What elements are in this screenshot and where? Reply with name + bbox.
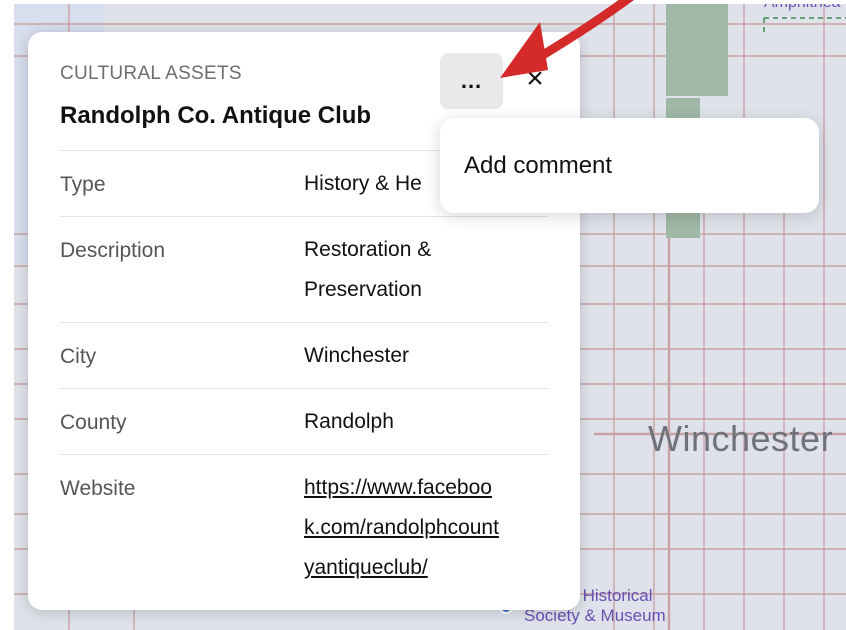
- annotation-arrow-icon: [500, 0, 635, 78]
